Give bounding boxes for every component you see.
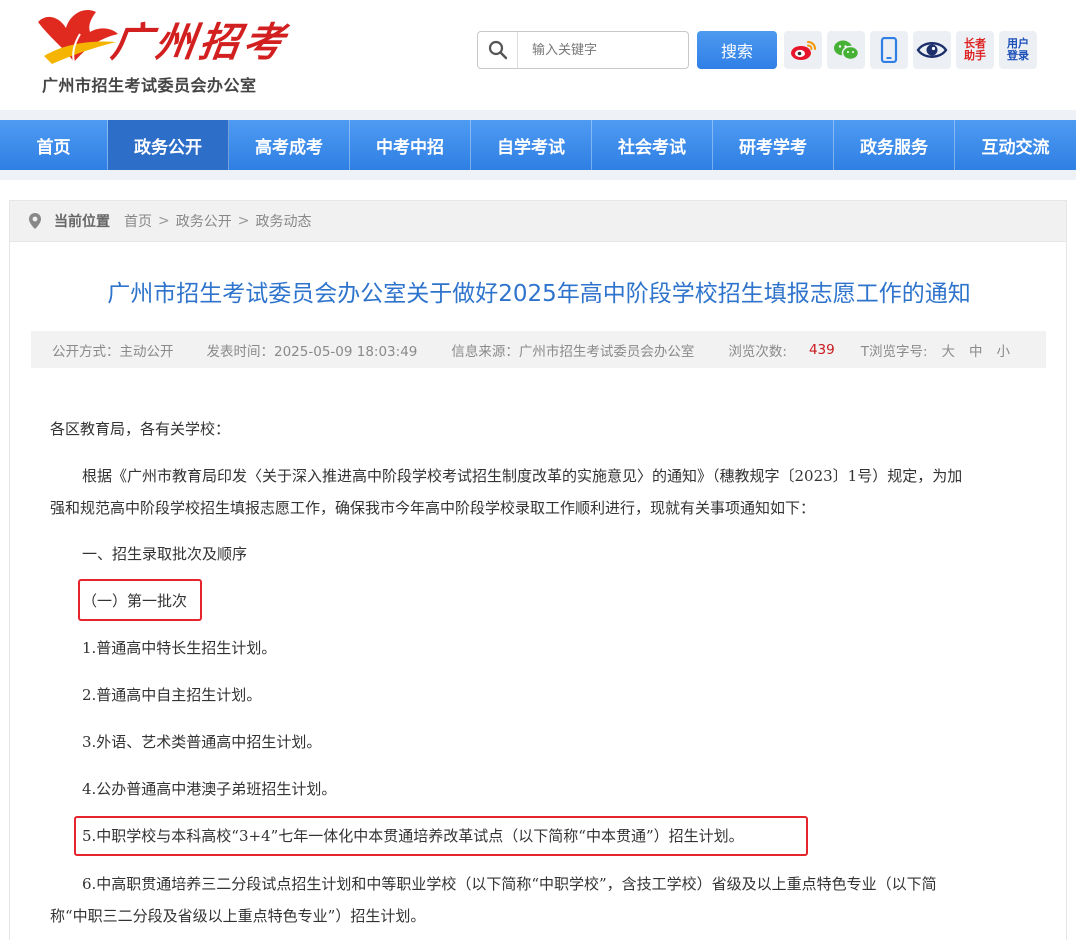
nav-item-interaction[interactable]: 互动交流 [955, 120, 1076, 170]
meta-font-size-label: T浏览字号: [860, 343, 928, 360]
intro-line-2: 强和规范高中阶段学校招生填报志愿工作，确保我市今年高中阶段学校录取工作顺利进行，… [50, 499, 816, 517]
font-size-medium-button[interactable]: 中 [969, 340, 983, 360]
article-title: 广州市招生考试委员会办公室关于做好2025年高中阶段学校招生填报志愿工作的通知 [107, 281, 971, 307]
font-size-small-button[interactable]: 小 [997, 340, 1011, 360]
nav-item-self-study-exam[interactable]: 自学考试 [471, 120, 592, 170]
breadcrumb-label: 当前位置 [54, 214, 110, 230]
elder-mode-label: 长者助手 [964, 37, 986, 62]
nav-item-gov-services[interactable]: 政务服务 [834, 120, 955, 170]
breadcrumb-government-affairs[interactable]: 政务公开 [176, 211, 232, 231]
list-item: 2.普通高中自主招生计划。 [82, 686, 262, 704]
accessibility-eye-icon[interactable] [913, 31, 951, 69]
list-item: 4.公办普通高中港澳子弟班招生计划。 [82, 780, 337, 798]
meta-publish-time: 发表时间：2025-05-09 18:03:49 [206, 343, 418, 360]
font-size-large-button[interactable]: 大 [942, 340, 956, 360]
meta-views-label: 浏览次数: [728, 343, 787, 360]
section-heading-1: 一、招生录取批次及顺序 [82, 545, 248, 563]
meta-source: 信息来源：广州市招生考试委员会办公室 [451, 343, 695, 360]
org-name: 广州市招生考试委员会办公室 [42, 76, 257, 95]
nav-item-home[interactable]: 首页 [0, 120, 108, 170]
list-item: 1.普通高中特长生招生计划。 [82, 639, 277, 657]
search-input[interactable] [518, 33, 678, 67]
intro-line-1: 根据《广州市教育局印发〈关于深入推进高中阶段学校考试招生制度改革的实施意见〉的通… [82, 467, 963, 485]
breadcrumb-home[interactable]: 首页 [124, 211, 152, 231]
breadcrumb-news[interactable]: 政务动态 [255, 211, 311, 231]
user-login-label: 用户登录 [1007, 37, 1029, 62]
meta-disclosure: 公开方式：主动公开 [52, 343, 174, 360]
nav-item-postgrad-exam[interactable]: 研考学考 [713, 120, 834, 170]
salutation: 各区教育局，各有关学校： [50, 420, 231, 438]
search-box [477, 31, 689, 69]
breadcrumb: 当前位置 首页 > 政务公开 > 政务动态 [9, 200, 1067, 242]
site-header: 广州招考 广州市招生考试委员会办公室 搜索 [0, 0, 1076, 110]
elder-mode-button[interactable]: 长者助手 [956, 31, 994, 69]
search-button[interactable]: 搜索 [697, 31, 777, 69]
list-item: 3.外语、艺术类普通高中招生计划。 [82, 733, 322, 751]
logo-flower-icon[interactable] [30, 4, 120, 68]
breadcrumb-separator: > [237, 213, 250, 229]
user-login-button[interactable]: 用户登录 [999, 31, 1037, 69]
meta-views-count: 439 [808, 341, 835, 358]
nav-item-government-affairs[interactable]: 政务公开 [108, 120, 229, 170]
item6-line-1: 6.中高职贯通培养三二分段试点招生计划和中等职业学校（以下简称“中职学校”，含技… [82, 875, 937, 893]
mobile-icon[interactable] [870, 31, 908, 69]
nav-item-gaokao[interactable]: 高考成考 [229, 120, 350, 170]
article-container: 广州市招生考试委员会办公室关于做好2025年高中阶段学校招生填报志愿工作的通知 … [9, 242, 1067, 940]
article-meta: 公开方式：主动公开 发表时间：2025-05-09 18:03:49 信息来源：… [31, 331, 1046, 368]
breadcrumb-separator: > [158, 213, 170, 229]
location-pin-icon [29, 213, 41, 229]
wechat-icon[interactable] [827, 31, 865, 69]
item6-line-2: 称“中职三二分段及省级以上重点特色专业”）招生计划。 [50, 907, 426, 925]
list-item: 5.中职学校与本科高校“3+4”七年一体化中本贯通培养改革试点（以下简称“中本贯… [82, 827, 744, 845]
nav-item-zhongkao[interactable]: 中考中招 [350, 120, 471, 170]
search-icon [478, 32, 518, 68]
batch-heading-1: （一）第一批次 [82, 592, 188, 610]
logo-text[interactable]: 广州招考 [108, 10, 292, 68]
nav-wrapper: 首页 政务公开 高考成考 中考中招 自学考试 社会考试 研考学考 政务服务 互动… [0, 110, 1076, 180]
weibo-icon[interactable] [784, 31, 822, 69]
nav-item-social-exam[interactable]: 社会考试 [592, 120, 713, 170]
main-nav: 首页 政务公开 高考成考 中考中招 自学考试 社会考试 研考学考 政务服务 互动… [0, 120, 1076, 170]
